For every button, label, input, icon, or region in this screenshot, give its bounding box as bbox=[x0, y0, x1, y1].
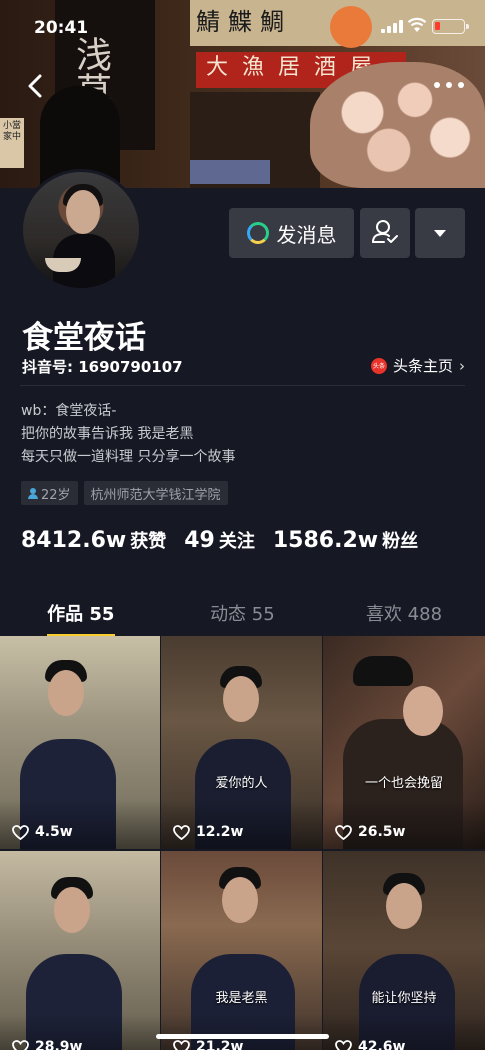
bio-line: wb：食堂夜话- bbox=[21, 403, 117, 419]
heart-icon bbox=[335, 1039, 352, 1050]
video-thumbnail[interactable]: 28.9w bbox=[0, 851, 160, 1050]
stat-value: 8412.6w bbox=[21, 528, 127, 553]
person-icon bbox=[28, 487, 38, 499]
profile-stats: 8412.6w 获赞 49 关注 1586.2w 粉丝 bbox=[21, 527, 436, 553]
video-likes: 28.9w bbox=[12, 1039, 82, 1050]
tab-label: 作品 55 bbox=[47, 604, 115, 625]
cover-screen bbox=[190, 160, 270, 184]
wifi-icon bbox=[407, 17, 427, 32]
bio-line: 每天只做一道料理 只分享一个故事 bbox=[21, 449, 236, 465]
profile-name: 食堂夜话 bbox=[22, 320, 146, 356]
cover-vertical-sign: 小當家中 bbox=[0, 118, 24, 168]
toutiao-logo-icon: 头条 bbox=[370, 357, 387, 374]
video-caption: 能让你坚持 bbox=[371, 991, 437, 1006]
back-icon[interactable] bbox=[24, 72, 48, 100]
heart-icon bbox=[12, 824, 29, 840]
video-caption: 我是老黑 bbox=[215, 991, 268, 1006]
following-status-button[interactable] bbox=[360, 208, 410, 258]
heart-icon bbox=[12, 1039, 29, 1050]
video-caption: 爱你的人 bbox=[215, 776, 268, 791]
video-likes: 42.6w bbox=[335, 1039, 405, 1050]
video-likes: 21.2w bbox=[173, 1039, 243, 1050]
stat-value: 49 bbox=[184, 528, 215, 553]
video-thumbnail[interactable]: 4.5w bbox=[0, 636, 160, 849]
tab-posts[interactable]: 动态 55 bbox=[162, 590, 324, 636]
tab-likes[interactable]: 喜欢 488 bbox=[323, 590, 485, 636]
video-caption: 一个也会挽留 bbox=[364, 776, 443, 791]
tab-label: 动态 55 bbox=[210, 604, 275, 625]
video-grid: 4.5w 爱你的人 12.2w 一个也会挽留 26.5w 28.9w 我是老黑 … bbox=[0, 636, 485, 1050]
status-bar: 20:41 bbox=[0, 0, 485, 50]
school-tag[interactable]: 杭州师范大学钱江学院 bbox=[83, 481, 228, 505]
video-thumbnail[interactable]: 我是老黑 21.2w bbox=[161, 851, 322, 1050]
signal-icon bbox=[381, 20, 403, 33]
status-time: 20:41 bbox=[34, 18, 89, 38]
school-tag-label: 杭州师范大学钱江学院 bbox=[90, 487, 221, 503]
chevron-down-icon bbox=[434, 230, 446, 237]
age-tag-label: 22岁 bbox=[41, 487, 71, 503]
video-likes-count: 26.5w bbox=[358, 824, 406, 840]
bio-line: 把你的故事告诉我 我是老黑 bbox=[21, 426, 194, 442]
send-message-button[interactable]: 发消息 bbox=[229, 208, 354, 258]
stat-label: 粉丝 bbox=[382, 531, 419, 552]
battery-icon bbox=[432, 19, 469, 34]
chevron-right-icon: › bbox=[459, 356, 465, 375]
more-options-icon[interactable] bbox=[434, 80, 464, 90]
video-likes-count: 28.9w bbox=[35, 1039, 83, 1050]
user-check-icon bbox=[372, 220, 398, 243]
recommend-dropdown-button[interactable] bbox=[415, 208, 465, 258]
profile-tags: 22岁 杭州师范大学钱江学院 bbox=[21, 481, 228, 505]
stat-value: 1586.2w bbox=[272, 528, 379, 553]
stat-following[interactable]: 49 关注 bbox=[184, 527, 255, 553]
tab-label: 喜欢 488 bbox=[365, 604, 443, 625]
profile-tabs: 作品 55 动态 55 喜欢 488 bbox=[0, 590, 485, 636]
avatar[interactable] bbox=[20, 169, 142, 291]
tab-works[interactable]: 作品 55 bbox=[0, 590, 162, 636]
toutiao-homepage-label: 头条主页 bbox=[392, 357, 453, 375]
profile-bio: wb：食堂夜话- 把你的故事告诉我 我是老黑 每天只做一道料理 只分享一个故事 bbox=[21, 400, 235, 469]
heart-icon bbox=[173, 824, 190, 840]
stat-followers[interactable]: 1586.2w 粉丝 bbox=[273, 527, 418, 553]
video-thumbnail[interactable]: 一个也会挽留 26.5w bbox=[323, 636, 485, 849]
home-indicator[interactable] bbox=[156, 1034, 329, 1039]
video-thumbnail[interactable]: 能让你坚持 42.6w bbox=[323, 851, 485, 1050]
message-icon bbox=[246, 222, 269, 244]
video-likes: 4.5w bbox=[12, 824, 73, 840]
video-likes-count: 12.2w bbox=[196, 824, 244, 840]
send-message-label: 发消息 bbox=[276, 222, 337, 247]
heart-icon bbox=[335, 824, 352, 840]
video-likes-count: 4.5w bbox=[35, 824, 73, 840]
video-likes-count: 42.6w bbox=[358, 1039, 406, 1050]
video-likes-count: 21.2w bbox=[196, 1039, 244, 1050]
video-likes: 26.5w bbox=[335, 824, 405, 840]
douyin-id: 抖音号: 1690790107 bbox=[22, 358, 183, 376]
age-tag: 22岁 bbox=[21, 481, 78, 505]
heart-icon bbox=[173, 1039, 190, 1050]
video-thumbnail[interactable]: 爱你的人 12.2w bbox=[161, 636, 322, 849]
video-likes: 12.2w bbox=[173, 824, 243, 840]
stat-likes: 8412.6w 获赞 bbox=[21, 527, 166, 553]
divider bbox=[20, 385, 465, 386]
stat-label: 获赞 bbox=[130, 531, 167, 552]
toutiao-homepage-link[interactable]: 头条 头条主页 › bbox=[370, 355, 465, 376]
stat-label: 关注 bbox=[218, 531, 255, 552]
